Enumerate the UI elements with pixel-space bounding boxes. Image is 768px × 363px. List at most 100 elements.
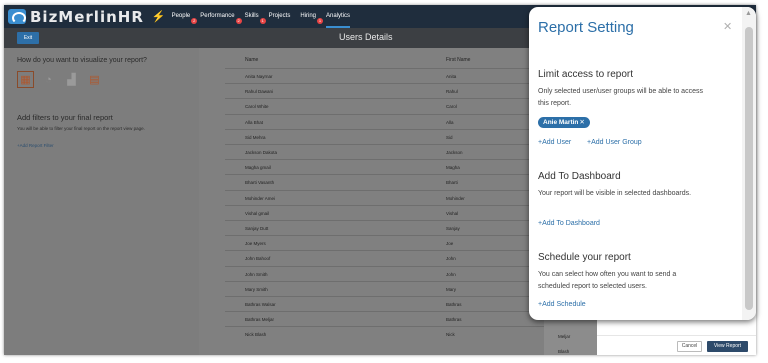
- cell-first-name: John: [446, 271, 456, 277]
- brand-name: BizMerlinHR: [30, 7, 144, 26]
- cancel-button[interactable]: Cancel: [677, 341, 702, 352]
- report-table: Name First Name Anita Nayrnar Anita Rahul …: [199, 48, 544, 355]
- table-row[interactable]: Magha gmail Magha: [225, 159, 544, 174]
- remove-chip-icon[interactable]: ✕: [579, 119, 584, 126]
- pie-chart-icon[interactable]: ◔: [40, 71, 57, 88]
- nav-label: Projects: [268, 13, 291, 19]
- cell-name: Sid Mehra: [245, 134, 266, 140]
- cell-first-name: Sanjay: [446, 226, 460, 231]
- table-row[interactable]: Sid Mehra Sid: [225, 128, 544, 144]
- scrollbar-thumb[interactable]: [745, 27, 753, 310]
- cell-first-name: Bathras: [446, 302, 462, 307]
- add-to-dashboard-link[interactable]: +Add To Dashboard: [538, 220, 600, 227]
- visualize-question: How do you want to visualize your report…: [17, 57, 147, 64]
- table-cell: Meljar: [558, 334, 571, 339]
- cell-name: Joe Myers: [245, 241, 266, 247]
- close-icon[interactable]: ✕: [723, 20, 732, 33]
- dashboard-description: Your report will be visible in selected …: [538, 190, 692, 197]
- exit-button[interactable]: Exit: [17, 32, 39, 44]
- filters-description: You will be able to filter your final re…: [17, 126, 145, 131]
- modal-title: Report Setting: [538, 19, 634, 36]
- table-row[interactable]: Mohinder Amei Mohinder: [225, 189, 544, 205]
- cell-name: Mary Smith: [245, 286, 268, 292]
- access-heading: Limit access to report: [538, 69, 634, 80]
- page-title: Users Details: [339, 32, 393, 42]
- table-row[interactable]: Mary Smith Mary: [225, 280, 544, 296]
- view-report-button[interactable]: View Report: [707, 341, 748, 352]
- notification-badge: 2: [235, 18, 242, 24]
- add-report-filter-link[interactable]: +Add Report Filter: [17, 143, 54, 148]
- cell-first-name: Joe: [446, 241, 454, 247]
- nav-item-skills[interactable]: Skills 1: [244, 5, 266, 28]
- table-row[interactable]: Anita Nayrnar Anita: [225, 68, 544, 83]
- cell-name: Vishal gmail: [245, 210, 270, 216]
- column-header-first-name[interactable]: First Name: [446, 57, 470, 63]
- document-icon[interactable]: ▤: [86, 71, 103, 88]
- cell-first-name: Rahul: [446, 89, 458, 95]
- nav-label: Hiring: [300, 13, 316, 19]
- schedule-heading: Schedule your report: [538, 252, 631, 263]
- nav-label: People: [171, 13, 191, 19]
- cell-name: Rahul Dawani: [245, 89, 274, 95]
- table-row[interactable]: Rahul Dawani Rahul: [225, 83, 544, 98]
- nav-item-projects[interactable]: Projects: [269, 5, 291, 28]
- table-row[interactable]: Alla Bhat Alla: [225, 113, 544, 129]
- cell-first-name: Vishal: [446, 210, 459, 216]
- nav-item-hiring[interactable]: Hiring 1: [300, 5, 323, 28]
- nav-item-analytics[interactable]: Analytics: [326, 5, 351, 28]
- dashboard-heading: Add To Dashboard: [538, 171, 621, 182]
- table-header: Name First Name: [199, 54, 544, 68]
- user-chip[interactable]: Anie Martin✕: [538, 117, 590, 128]
- table-row[interactable]: Bathras Meljar Bathras: [225, 311, 544, 326]
- table-row[interactable]: Vishal gmail Vishal: [225, 204, 544, 220]
- cell-name: Carol White: [245, 104, 269, 110]
- cell-name: Nick Blash: [245, 332, 267, 338]
- cell-first-name: Anita: [446, 74, 457, 79]
- cell-name: Anita Nayrnar: [245, 74, 273, 79]
- cell-first-name: Alla: [446, 119, 454, 125]
- nav-item-performance[interactable]: Performance 2: [200, 5, 242, 28]
- table-row[interactable]: Nick Blash Nick: [225, 326, 544, 341]
- column-header-name[interactable]: Name: [245, 57, 258, 63]
- cell-name: Magha gmail: [245, 165, 271, 171]
- cell-first-name: Jackson: [446, 150, 463, 155]
- nav-label: Skills: [244, 13, 259, 19]
- table-row[interactable]: Bathras Walsar Bathras: [225, 296, 544, 311]
- table-row[interactable]: John Bahoof John: [225, 250, 544, 265]
- table-row[interactable]: Joe Myers Joe: [225, 235, 544, 250]
- user-chip-label: Anie Martin: [543, 119, 579, 126]
- table-cell: Blash: [558, 349, 570, 354]
- chart-type-options: ▦ ◔ ▟ ▤: [17, 71, 103, 88]
- cell-name: Bharti Vasanth: [245, 180, 275, 186]
- brand-logo[interactable]: BizMerlinHR: [8, 5, 144, 28]
- cell-name: John Bahoof: [245, 256, 271, 262]
- notification-badge: 2: [191, 18, 198, 24]
- cell-first-name: Carol: [446, 104, 457, 110]
- cell-first-name: Mohinder: [446, 195, 465, 201]
- notification-badge: 1: [259, 18, 266, 24]
- filters-heading: Add filters to your final report: [17, 113, 113, 122]
- nav-label: Analytics: [326, 13, 351, 19]
- cell-name: Sanjay Dutt: [245, 226, 269, 231]
- cell-first-name: Nick: [446, 332, 455, 338]
- schedule-description: You can select how often you want to sen…: [538, 271, 677, 290]
- add-schedule-link[interactable]: +Add Schedule: [538, 301, 586, 308]
- report-setting-modal: Report Setting ✕ Limit access to report …: [529, 7, 756, 320]
- nav-item-people[interactable]: People 2: [171, 5, 198, 28]
- bar-chart-icon[interactable]: ▟: [63, 71, 80, 88]
- add-user-link[interactable]: +Add User: [538, 139, 571, 146]
- cell-first-name: Bharti: [446, 180, 458, 186]
- table-row[interactable]: John Smith John: [225, 265, 544, 281]
- bolt-icon[interactable]: ⚡: [152, 10, 166, 23]
- table-row[interactable]: Carol White Carol: [225, 98, 544, 113]
- cell-name: Alla Bhat: [245, 119, 264, 125]
- table-row[interactable]: Bharti Vasanth Bharti: [225, 174, 544, 189]
- table-row[interactable]: Jackson Dakota Jackson: [225, 144, 544, 159]
- cell-first-name: Magha: [446, 165, 460, 171]
- cell-name: John Smith: [245, 271, 268, 277]
- add-user-group-link[interactable]: +Add User Group: [587, 139, 642, 146]
- table-icon[interactable]: ▦: [17, 71, 34, 88]
- scroll-up-icon[interactable]: ▲: [745, 10, 752, 17]
- access-description: Only selected user/user groups will be a…: [538, 88, 703, 107]
- table-row[interactable]: Sanjay Dutt Sanjay: [225, 220, 544, 235]
